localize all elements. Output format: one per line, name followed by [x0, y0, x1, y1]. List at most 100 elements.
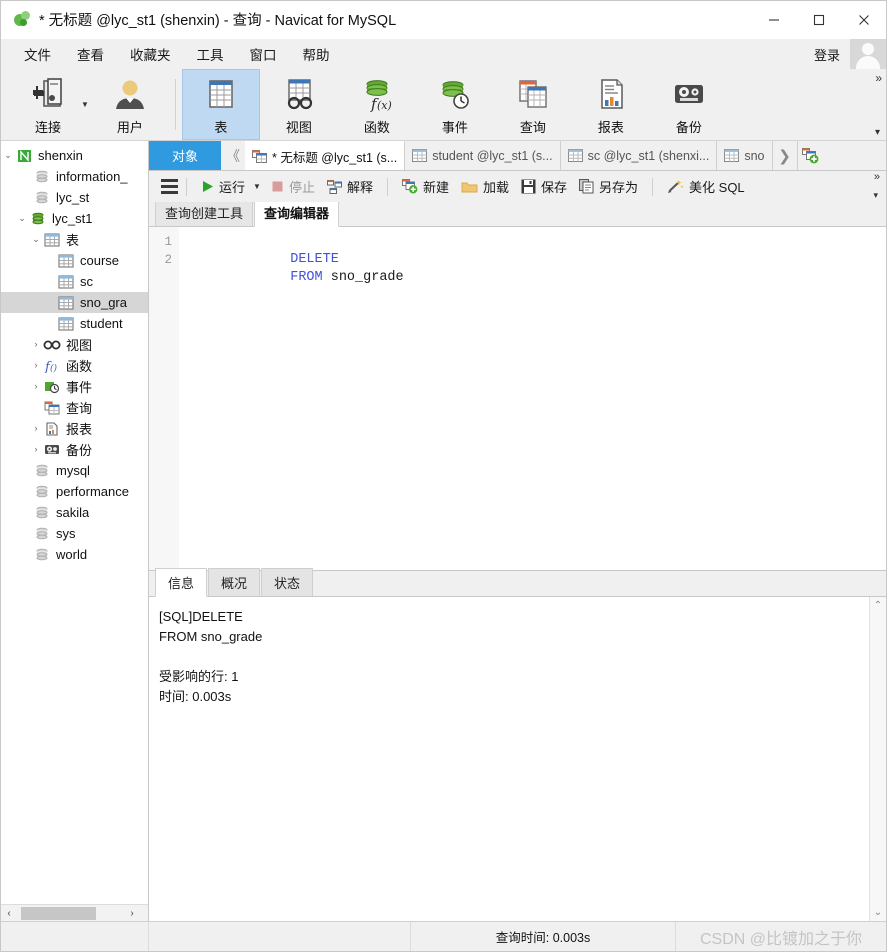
tree-node-queries-folder[interactable]: 查询 — [1, 397, 148, 418]
sql-code-area[interactable]: DELETE FROM sno_grade — [179, 227, 886, 570]
object-tree[interactable]: ⌄ shenxin information_ lyc_st ⌄ lyc_st1 … — [1, 141, 148, 904]
ribbon-item-view[interactable]: 视图 — [260, 69, 338, 140]
tab-query-builder[interactable]: 查询创建工具 — [155, 199, 254, 226]
tab-untitled-query[interactable]: * 无标题 @lyc_st1 (s... — [245, 141, 406, 170]
tab-label: * 无标题 @lyc_st1 (s... — [272, 150, 398, 165]
menu-window[interactable]: 窗口 — [237, 41, 290, 67]
twisty-collapsed-icon[interactable]: › — [29, 361, 43, 370]
tree-node-performance-schema[interactable]: performance — [1, 481, 148, 502]
sql-editor[interactable]: 1 2 DELETE FROM sno_grade — [149, 227, 886, 571]
tree-node-functions-folder[interactable]: › f() 函数 — [1, 355, 148, 376]
connection-green-icon — [15, 148, 33, 164]
menu-favorites[interactable]: 收藏夹 — [117, 41, 184, 67]
tree-node-reports-folder[interactable]: › 报表 — [1, 418, 148, 439]
tab-student-table[interactable]: student @lyc_st1 (s... — [405, 141, 561, 170]
tree-node-information-schema[interactable]: information_ — [1, 166, 148, 187]
ribbon-collapse-icon[interactable]: ▾ — [875, 127, 880, 138]
run-dropdown-caret-icon[interactable]: ▼ — [253, 182, 261, 191]
tree-node-lyc-st1[interactable]: ⌄ lyc_st1 — [1, 208, 148, 229]
tree-node-views-folder[interactable]: › 视图 — [1, 334, 148, 355]
minimize-icon[interactable] — [751, 1, 796, 39]
twisty-collapsed-icon[interactable]: › — [29, 424, 43, 433]
tree-node-student[interactable]: student — [1, 313, 148, 334]
ribbon-item-query[interactable]: 查询 — [494, 69, 572, 140]
tree-node-sc[interactable]: sc — [1, 271, 148, 292]
tree-node-sys[interactable]: sys — [1, 523, 148, 544]
tree-node-sakila[interactable]: sakila — [1, 502, 148, 523]
tab-profile[interactable]: 概况 — [208, 568, 261, 596]
twisty-collapsed-icon[interactable]: › — [29, 445, 43, 454]
tree-node-world[interactable]: world — [1, 544, 148, 565]
backup-icon — [671, 76, 707, 114]
twisty-collapsed-icon[interactable]: › — [29, 382, 43, 391]
beautify-button[interactable]: 美化 SQL — [661, 174, 751, 199]
tab-sc-table[interactable]: sc @lyc_st1 (shenxi... — [560, 141, 718, 170]
ribbon-item-report[interactable]: 报表 — [572, 69, 650, 140]
twisty-expanded-icon[interactable]: ⌄ — [1, 151, 15, 160]
new-query-icon[interactable] — [796, 141, 823, 170]
explain-button[interactable]: 解释 — [321, 174, 379, 199]
query-toolbar-expand-icon[interactable]: » — [874, 171, 880, 183]
tree-node-backups-folder[interactable]: › 备份 — [1, 439, 148, 460]
tab-scroll-right-icon[interactable]: ❯ — [772, 141, 797, 170]
load-button[interactable]: 加载 — [455, 174, 515, 199]
ribbon-label-view: 视图 — [285, 119, 312, 135]
ribbon-item-event[interactable]: 事件 — [416, 69, 494, 140]
save-icon — [521, 179, 536, 194]
menu-view[interactable]: 查看 — [64, 41, 117, 67]
ribbon-item-backup[interactable]: 备份 — [650, 69, 728, 140]
avatar[interactable] — [850, 39, 886, 69]
scroll-right-icon[interactable]: › — [124, 908, 140, 919]
event-icon — [437, 76, 473, 114]
tree-label: 报表 — [66, 422, 93, 437]
twisty-expanded-icon[interactable]: ⌄ — [29, 235, 43, 244]
hamburger-icon[interactable] — [161, 179, 178, 194]
editor-tabstrip: 对象 《 * 无标题 @lyc_st1 (s... student @lyc_s… — [149, 141, 886, 171]
ribbon-expand-icon[interactable]: » — [875, 71, 882, 85]
scroll-down-icon[interactable]: ⌄ — [874, 907, 882, 918]
save-button[interactable]: 保存 — [515, 174, 573, 199]
load-icon — [461, 180, 478, 194]
tree-label: 视图 — [66, 338, 93, 353]
ribbon-item-table[interactable]: 表 — [181, 69, 260, 140]
ribbon-item-connection[interactable]: 连接 — [9, 69, 87, 140]
tree-node-shenxin[interactable]: ⌄ shenxin — [1, 145, 148, 166]
query-toolbar-collapse-icon[interactable]: ▾ — [873, 190, 878, 201]
tab-scroll-left-icon[interactable]: 《 — [221, 141, 245, 170]
tree-node-course[interactable]: course — [1, 250, 148, 271]
body-split: ⌄ shenxin information_ lyc_st ⌄ lyc_st1 … — [1, 141, 886, 921]
tab-sno-table[interactable]: sno — [717, 141, 773, 170]
tree-label: mysql — [56, 463, 90, 478]
menu-tools[interactable]: 工具 — [184, 41, 237, 67]
save-as-button[interactable]: 另存为 — [573, 174, 644, 199]
tree-node-mysql[interactable]: mysql — [1, 460, 148, 481]
scroll-up-icon[interactable]: ⌃ — [874, 600, 882, 611]
tree-node-sno-grade[interactable]: sno_gra — [1, 292, 148, 313]
ribbon-item-function[interactable]: f (x) 函数 — [338, 69, 416, 140]
tree-node-lyc-st[interactable]: lyc_st — [1, 187, 148, 208]
tree-node-tables-folder[interactable]: ⌄ 表 — [1, 229, 148, 250]
menu-file[interactable]: 文件 — [11, 41, 64, 67]
tab-query-editor[interactable]: 查询编辑器 — [254, 199, 340, 227]
menu-help[interactable]: 帮助 — [290, 41, 343, 67]
scrollbar-thumb[interactable] — [21, 907, 96, 920]
new-button[interactable]: 新建 — [396, 174, 455, 199]
ribbon-toolbar: 连接 ▼ 用户 表 视图 f (x) 函数 事件 查询 报表 备份 » ▾ — [1, 69, 886, 141]
twisty-collapsed-icon[interactable]: › — [29, 340, 43, 349]
tree-label: lyc_st1 — [52, 211, 93, 226]
login-link[interactable]: 登录 — [814, 45, 850, 64]
results-vertical-scrollbar[interactable]: ⌃ ⌄ — [869, 597, 886, 921]
tree-node-events-folder[interactable]: › 事件 — [1, 376, 148, 397]
navicat-window: * 无标题 @lyc_st1 (shenxin) - 查询 - Navicat … — [0, 0, 887, 952]
tab-status[interactable]: 状态 — [261, 568, 314, 596]
twisty-expanded-icon[interactable]: ⌄ — [15, 214, 29, 223]
run-button[interactable]: 运行 — [195, 174, 251, 199]
maximize-icon[interactable] — [796, 1, 841, 39]
sidebar-horizontal-scrollbar[interactable]: ‹ › — [1, 904, 148, 921]
tree-label: sys — [56, 526, 76, 541]
close-icon[interactable] — [841, 1, 886, 39]
tab-objects[interactable]: 对象 — [149, 141, 221, 170]
tab-message[interactable]: 信息 — [155, 568, 208, 597]
ribbon-item-user[interactable]: 用户 — [91, 69, 169, 140]
scroll-left-icon[interactable]: ‹ — [1, 908, 17, 919]
